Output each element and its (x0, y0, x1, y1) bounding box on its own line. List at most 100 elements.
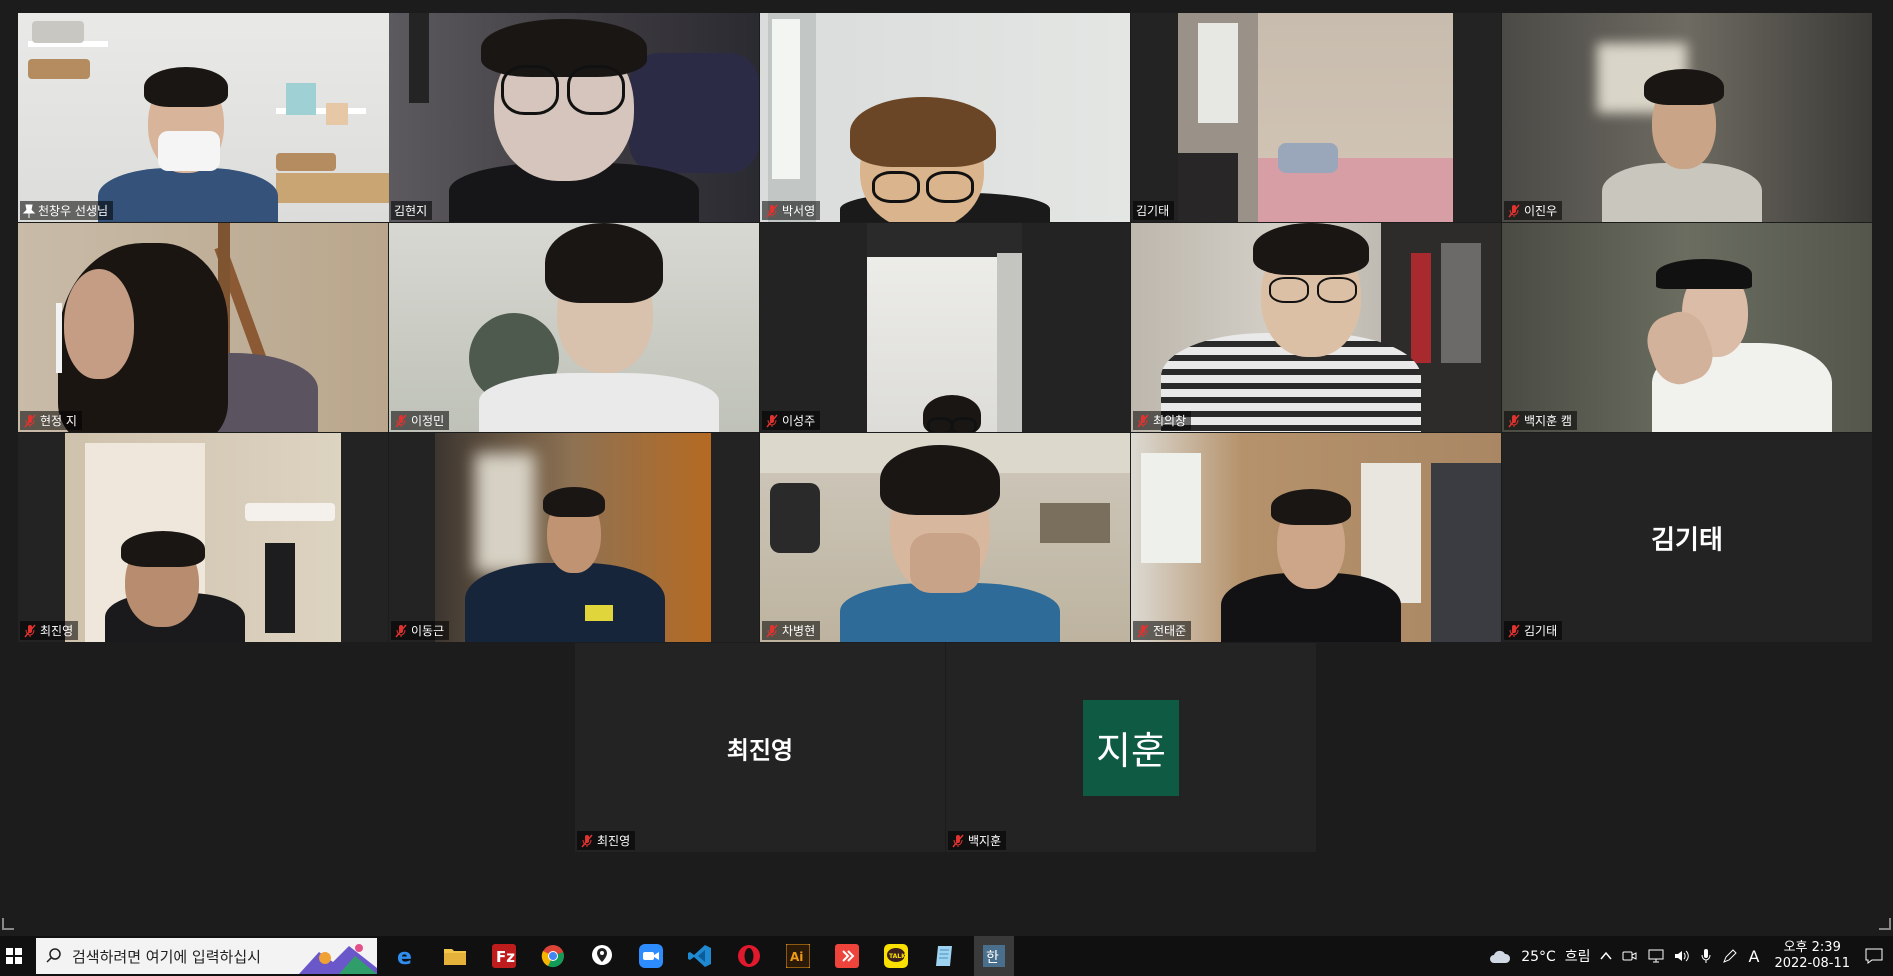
chevron-up-icon[interactable] (1600, 951, 1613, 961)
microphone-muted-icon (24, 414, 36, 427)
video-tile[interactable]: 이진우 (1502, 13, 1872, 222)
system-tray: 25°C 흐림 A 오후 2:39 2022-08-11 (1484, 936, 1893, 976)
clock-date: 2022-08-11 (1774, 956, 1850, 971)
video-tile[interactable]: 최의창 (1131, 223, 1501, 432)
clock-time: 오후 2:39 (1783, 940, 1841, 955)
video-tile[interactable]: 이성주 (760, 223, 1130, 432)
participant-name-tag: 이동근 (391, 621, 450, 640)
taskbar-app-vscode[interactable] (680, 936, 720, 976)
map-pin-icon (592, 945, 612, 965)
participant-name-tag: 최의창 (1133, 411, 1192, 430)
taskbar-app-maps[interactable] (582, 936, 622, 976)
anydesk-icon (835, 944, 859, 968)
video-tile[interactable]: 이정민 (389, 223, 759, 432)
participant-name: 김기태 (1524, 624, 1558, 638)
network-icon[interactable] (1648, 949, 1664, 963)
profile-avatar: 지훈 (1083, 699, 1179, 796)
pin-icon (23, 204, 35, 218)
resize-handle-left[interactable] (2, 918, 14, 930)
participant-name-tag: 김기태 (1133, 201, 1175, 220)
weather-text[interactable]: 25°C 흐림 (1521, 946, 1590, 966)
illustrator-icon: Ai (786, 944, 810, 968)
participant-name: 이동근 (411, 624, 445, 638)
video-off-tile[interactable]: 김기태 김기태 (1502, 433, 1872, 642)
vscode-icon (688, 945, 711, 967)
participant-name-tag: 현정 지 (20, 411, 82, 430)
taskbar-app-illustrator[interactable]: Ai (778, 936, 818, 976)
svg-text:한: 한 (986, 950, 999, 966)
participant-name: 최진영 (597, 834, 631, 848)
video-feed (760, 433, 1130, 642)
taskbar-app-file-explorer[interactable] (435, 936, 475, 976)
search-icon (46, 948, 61, 963)
participant-name: 차병현 (782, 624, 816, 638)
video-tile[interactable]: 천창우 선생님 (18, 13, 389, 222)
taskbar-app-anydesk[interactable] (827, 936, 867, 976)
video-off-tile[interactable]: 지훈 백지훈 (946, 643, 1316, 852)
microphone-muted-icon (395, 624, 407, 637)
video-feed (1502, 223, 1872, 432)
participant-name: 현정 지 (40, 414, 77, 428)
video-feed (1131, 433, 1501, 642)
video-tile[interactable]: 박서영 (760, 13, 1130, 222)
start-button[interactable] (0, 936, 28, 976)
participant-name: 백지훈 캠 (1524, 414, 1572, 428)
participant-name: 천창우 선생님 (38, 204, 109, 218)
video-tile[interactable]: 김현지 (389, 13, 759, 222)
notepad-icon (936, 946, 952, 966)
microphone-muted-icon (581, 834, 593, 847)
participant-name-tag: 최진영 (20, 621, 79, 640)
participant-name: 김현지 (394, 204, 428, 218)
video-feed (389, 13, 759, 222)
participant-name-tag: 천창우 선생님 (20, 201, 114, 220)
volume-icon[interactable] (1674, 949, 1690, 963)
video-feed (1178, 13, 1453, 222)
video-feed (760, 13, 1130, 222)
video-tile[interactable]: 현정 지 (18, 223, 388, 432)
video-tile[interactable]: 김기태 (1131, 13, 1501, 222)
taskbar-clock[interactable]: 오후 2:39 2022-08-11 (1774, 940, 1850, 972)
participant-name-tag: 백지훈 (948, 831, 1007, 850)
video-feed (1502, 13, 1872, 222)
notification-center-icon[interactable] (1865, 948, 1883, 964)
taskbar-app-kakaotalk[interactable]: TALK (876, 936, 916, 976)
folder-icon (444, 949, 466, 965)
taskbar-app-korean-ime[interactable]: 한 (974, 936, 1014, 976)
cloud-weather-icon[interactable] (1489, 948, 1511, 964)
microphone-muted-icon (766, 414, 778, 427)
taskbar-app-notepad[interactable] (925, 936, 965, 976)
taskbar-app-internet-explorer[interactable]: e (386, 936, 426, 976)
microphone-muted-icon (1508, 624, 1520, 637)
video-feed (1131, 223, 1501, 432)
taskbar-app-zoom[interactable] (631, 936, 671, 976)
participant-name-tag: 김기태 (1504, 621, 1563, 640)
taskbar-app-filezilla[interactable]: Fz (484, 936, 524, 976)
video-tile[interactable]: 이동근 (389, 433, 759, 642)
video-tile[interactable]: 전태준 (1131, 433, 1501, 642)
taskbar-app-opera[interactable] (729, 936, 769, 976)
microphone-muted-icon (766, 624, 778, 637)
pen-icon[interactable] (1722, 948, 1738, 964)
microphone-muted-icon (1137, 414, 1149, 427)
video-tile[interactable]: 백지훈 캠 (1502, 223, 1872, 432)
participant-display-name: 최진영 (726, 736, 794, 764)
resize-handle-right[interactable] (1879, 918, 1891, 930)
input-language-indicator[interactable]: A (1748, 947, 1759, 966)
video-tile[interactable]: 차병현 (760, 433, 1130, 642)
svg-text:Ai: Ai (790, 950, 803, 964)
video-off-tile[interactable]: 최진영 최진영 (575, 643, 945, 852)
video-tile[interactable]: 최진영 (18, 433, 388, 642)
participant-name-tag: 차병현 (762, 621, 821, 640)
microphone-icon[interactable] (1700, 948, 1712, 964)
participant-name-tag: 이진우 (1504, 201, 1563, 220)
korean-input-icon: 한 (983, 945, 1005, 967)
microphone-muted-icon (1508, 204, 1520, 217)
participant-name: 백지훈 (968, 834, 1002, 848)
participant-name: 박서영 (782, 204, 816, 218)
taskbar-search-box[interactable]: 검색하려면 여기에 입력하십시 (36, 938, 377, 974)
participant-name: 최진영 (40, 624, 74, 638)
participant-name-tag: 이성주 (762, 411, 821, 430)
meet-now-icon[interactable] (1622, 949, 1638, 963)
taskbar-app-chrome[interactable] (533, 936, 573, 976)
windows-logo-icon (6, 948, 22, 964)
